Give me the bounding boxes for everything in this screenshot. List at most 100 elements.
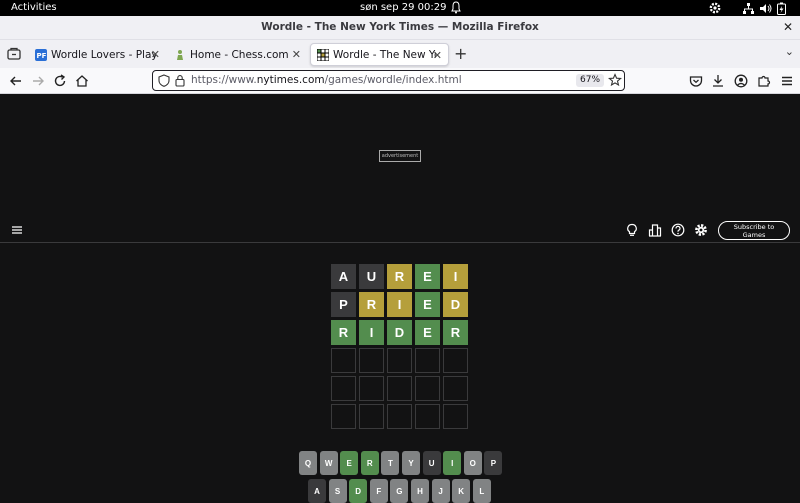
forward-arrow-icon[interactable] xyxy=(30,73,46,89)
key-i[interactable]: I xyxy=(443,451,462,475)
tab-label: Wordle - The New York xyxy=(333,48,436,61)
hamburger-menu-icon[interactable] xyxy=(12,226,22,234)
account-icon[interactable] xyxy=(733,73,749,89)
board-tile xyxy=(331,376,356,401)
navigation-toolbar: https://www.nytimes.com/games/wordle/ind… xyxy=(0,68,800,94)
key-r[interactable]: R xyxy=(360,451,379,475)
key-f[interactable]: F xyxy=(369,479,388,503)
tab-close-icon[interactable]: ✕ xyxy=(292,48,301,61)
board-tile xyxy=(443,404,468,429)
board-tile: R xyxy=(359,292,384,317)
board-tile: I xyxy=(359,320,384,345)
key-q[interactable]: Q xyxy=(299,451,317,475)
back-arrow-icon[interactable] xyxy=(8,73,24,89)
volume-icon[interactable] xyxy=(760,1,772,15)
settings-gear-icon[interactable] xyxy=(694,223,708,237)
chess-pawn-favicon xyxy=(177,49,183,60)
zoom-level-badge[interactable]: 67% xyxy=(576,74,605,87)
board-tile xyxy=(331,348,356,373)
reload-icon[interactable] xyxy=(52,73,68,89)
board-tile: R xyxy=(331,320,356,345)
key-d[interactable]: D xyxy=(349,479,368,503)
key-l[interactable]: L xyxy=(472,479,491,503)
activities-button[interactable]: Activities xyxy=(11,2,57,13)
lightbulb-hint-icon[interactable] xyxy=(625,223,639,237)
firefox-view-icon[interactable] xyxy=(6,46,22,62)
key-w[interactable]: W xyxy=(319,451,338,475)
board-tile xyxy=(387,376,412,401)
statistics-icon[interactable] xyxy=(648,223,662,237)
advertisement-placeholder[interactable]: advertisement xyxy=(379,150,421,162)
game-nav-bar: Subscribe to Games xyxy=(0,218,800,243)
battery-icon[interactable] xyxy=(777,1,786,15)
tracking-protection-shield-icon[interactable] xyxy=(158,74,170,87)
key-h[interactable]: H xyxy=(411,479,429,503)
board-tile xyxy=(331,404,356,429)
new-tab-button[interactable]: + xyxy=(454,44,467,63)
board-tile xyxy=(443,376,468,401)
home-icon[interactable] xyxy=(74,73,90,89)
extensions-puzzle-icon[interactable] xyxy=(756,73,772,89)
bookmark-star-icon[interactable] xyxy=(608,73,622,87)
clock[interactable]: søn sep 29 00:29 xyxy=(360,2,446,13)
tab-wordle-nyt[interactable]: Wordle - The New York ✕ xyxy=(310,43,449,66)
wordle-page: advertisement Subscribe to Games AUREIPR… xyxy=(0,94,800,503)
board-tile: I xyxy=(443,264,468,289)
subscribe-to-games-button[interactable]: Subscribe to Games xyxy=(718,221,790,240)
wordle-lovers-favicon: PF xyxy=(35,48,47,61)
bell-icon[interactable] xyxy=(451,1,461,14)
menu-hamburger-icon[interactable] xyxy=(779,73,795,89)
subscribe-line-1: Subscribe to xyxy=(733,223,775,231)
tab-label: Home - Chess.com xyxy=(190,48,289,61)
pocket-icon[interactable] xyxy=(688,73,704,89)
key-g[interactable]: G xyxy=(390,479,409,503)
board-tile: E xyxy=(415,320,440,345)
lock-icon[interactable] xyxy=(175,74,185,87)
key-k[interactable]: K xyxy=(452,479,471,503)
board-tile xyxy=(359,404,384,429)
wordle-grid-favicon xyxy=(317,48,329,61)
list-all-tabs-chevron-icon[interactable]: ⌄ xyxy=(785,45,794,58)
board-tile xyxy=(415,376,440,401)
key-t[interactable]: T xyxy=(381,451,400,475)
key-a[interactable]: A xyxy=(308,479,326,503)
settings-gear-icon[interactable] xyxy=(709,1,721,15)
network-icon[interactable] xyxy=(743,1,754,15)
key-y[interactable]: Y xyxy=(402,451,420,475)
svg-text:PF: PF xyxy=(37,52,47,60)
board-tile: D xyxy=(387,320,412,345)
system-top-bar: Activities søn sep 29 00:29 xyxy=(0,0,800,16)
board-tile xyxy=(387,348,412,373)
subscribe-line-2: Games xyxy=(742,231,766,239)
board-tile xyxy=(387,404,412,429)
board-tile: R xyxy=(387,264,412,289)
board-tile xyxy=(359,348,384,373)
board-tile: E xyxy=(415,264,440,289)
downloads-icon[interactable] xyxy=(710,73,726,89)
tab-close-icon[interactable]: ✕ xyxy=(433,49,442,62)
key-p[interactable]: P xyxy=(484,451,503,475)
tab-wordle-lovers[interactable]: PF Wordle Lovers - Play th ✕ xyxy=(29,43,166,66)
url-bar[interactable]: https://www.nytimes.com/games/wordle/ind… xyxy=(152,70,625,91)
board-tile: I xyxy=(387,292,412,317)
help-question-icon[interactable] xyxy=(671,223,685,237)
key-u[interactable]: U xyxy=(422,451,441,475)
tab-strip: PF Wordle Lovers - Play th ✕ Home - Ches… xyxy=(0,40,800,68)
window-title-bar: Wordle - The New York Times — Mozilla Fi… xyxy=(0,16,800,40)
tab-label: Wordle Lovers - Play th xyxy=(51,48,156,61)
key-s[interactable]: S xyxy=(328,479,347,503)
board-tile xyxy=(443,348,468,373)
window-title: Wordle - The New York Times — Mozilla Fi… xyxy=(261,21,539,33)
tab-chess-com[interactable]: Home - Chess.com ✕ xyxy=(168,43,307,66)
board-tile: R xyxy=(443,320,468,345)
board-tile: E xyxy=(415,292,440,317)
board-tile: U xyxy=(359,264,384,289)
board-tile xyxy=(359,376,384,401)
tab-close-icon[interactable]: ✕ xyxy=(151,48,160,61)
url-text[interactable]: https://www.nytimes.com/games/wordle/ind… xyxy=(191,74,462,86)
key-e[interactable]: E xyxy=(340,451,359,475)
window-close-icon[interactable]: ✕ xyxy=(783,20,793,34)
key-o[interactable]: O xyxy=(463,451,482,475)
board-tile: A xyxy=(331,264,356,289)
key-j[interactable]: J xyxy=(431,479,450,503)
